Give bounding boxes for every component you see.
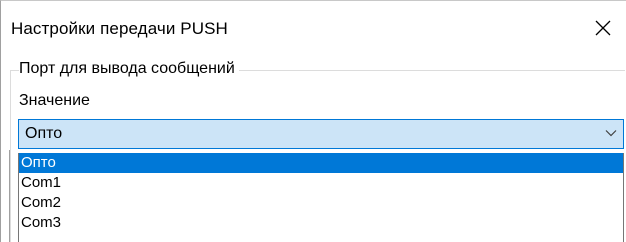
close-button[interactable] [580, 7, 626, 49]
close-icon [595, 20, 611, 36]
port-combobox[interactable]: Опто [18, 119, 624, 149]
combobox-dropdown-list: Опто Com1 Com2 Com3 [18, 153, 624, 242]
title-bar: Настройки передачи PUSH [1, 1, 626, 51]
groupbox-legend: Порт для вывода сообщений [19, 60, 239, 78]
dropdown-option-com2[interactable]: Com2 [19, 193, 623, 213]
dropdown-option-opto[interactable]: Опто [19, 153, 623, 173]
dropdown-option-com3[interactable]: Com3 [19, 213, 623, 233]
value-label: Значение [19, 92, 90, 109]
combobox-value: Опто [25, 125, 63, 142]
window-title: Настройки передачи PUSH [11, 19, 228, 38]
dropdown-option-com1[interactable]: Com1 [19, 173, 623, 193]
chevron-down-icon[interactable] [605, 129, 617, 137]
